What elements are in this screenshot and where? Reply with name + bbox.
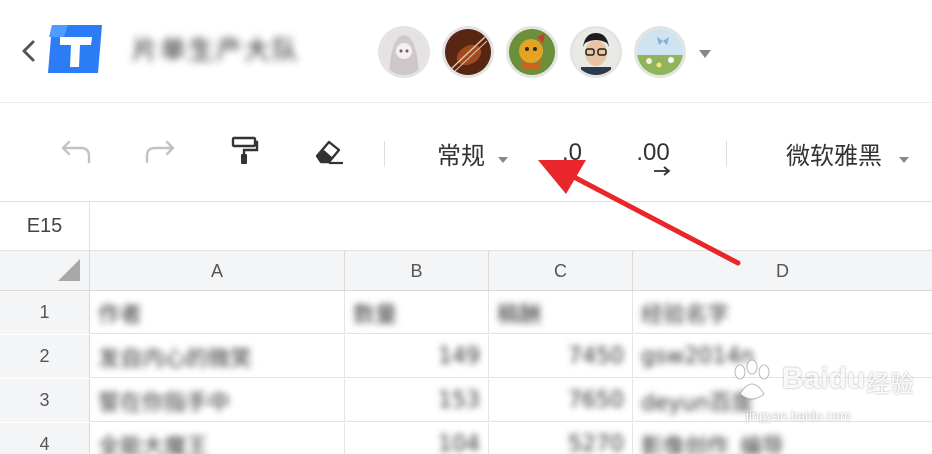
redo-button[interactable] [140,135,180,171]
table-cell[interactable]: 153 [345,379,489,422]
cell-text: 104 [438,432,480,454]
column-header-a[interactable]: A [90,251,345,291]
table-row: 2 发自内心的微笑 149 7450 gsw2014n [0,335,932,378]
table-cell[interactable]: 稿酬 [489,291,633,334]
toolbar-divider [726,141,727,167]
column-header-b[interactable]: B [345,251,489,291]
table-cell[interactable]: 经验名字 [633,291,932,334]
formula-bar: E15 [0,201,932,251]
table-cell[interactable]: 发自内心的微笑 [90,335,345,378]
table-cell[interactable]: 全能大魔王 [90,423,345,454]
increase-decimal-button[interactable]: .00 [630,135,676,176]
collaborator-avatar-3[interactable] [506,26,558,78]
row-header[interactable]: 3 [0,379,90,422]
collaborator-avatar-4[interactable] [570,26,622,78]
table-cell[interactable]: gsw2014n [633,335,932,378]
cell-text: 影像创作_编导 [641,434,785,454]
formula-input[interactable] [91,202,932,250]
cell-text: 数量 [353,302,398,328]
table-cell[interactable]: 誓在你指手中 [90,379,345,422]
number-format-label: 常规 [437,141,485,170]
row-header[interactable]: 4 [0,423,90,454]
table-cell[interactable]: 7650 [489,379,633,422]
table-row: 3 誓在你指手中 153 7650 deyun百度 [0,379,932,422]
table-cell[interactable]: 149 [345,335,489,378]
column-header-c[interactable]: C [489,251,633,291]
decrease-decimal-button[interactable]: .0 [554,135,590,176]
cell-text: 153 [438,388,480,413]
eraser-icon [311,136,345,170]
collaborator-avatars [378,26,686,78]
spreadsheet-grid: A B C D 1 作者 数量 稿酬 经验名字 2 发自内心的微笑 149 74… [0,251,932,454]
undo-button[interactable] [56,135,96,171]
collaborator-avatar-1[interactable] [378,26,430,78]
document-title[interactable]: 片单生产大队 [132,30,300,67]
cell-reference-box[interactable]: E15 [0,202,90,250]
chevron-down-icon [497,149,509,163]
cell-text: 149 [438,344,480,369]
table-cell[interactable]: 7450 [489,335,633,378]
cell-text: 誓在你指手中 [98,390,231,416]
cell-text: gsw2014n [641,344,755,369]
arrow-left-icon [556,161,576,180]
cell-text: 全能大魔王 [98,434,209,454]
font-family-label: 微软雅黑 [786,141,882,170]
row-header[interactable]: 1 [0,291,90,334]
cell-text: 稿酬 [497,302,542,328]
select-all-corner[interactable] [0,251,90,291]
font-family-dropdown[interactable]: 微软雅黑 [776,135,920,171]
number-format-dropdown[interactable]: 常规 [430,135,516,171]
column-header-d[interactable]: D [633,251,932,291]
format-painter-icon [229,135,259,171]
format-painter-button[interactable] [226,135,262,171]
cell-text: deyun百度 [641,390,754,416]
table-cell[interactable]: 5270 [489,423,633,454]
app-header: 片单生产大队 [0,0,932,102]
chevron-down-icon [898,149,910,163]
clear-format-button[interactable] [308,135,348,171]
back-icon[interactable] [18,36,40,66]
app-logo-icon [46,23,104,75]
toolbar-divider [384,141,385,167]
cell-text: 5270 [568,432,624,454]
toolbar: 常规 .0 .00 微软雅黑 [0,103,932,201]
table-cell[interactable]: 作者 [90,291,345,334]
cell-text: 经验名字 [641,302,730,328]
chevron-down-icon[interactable] [697,44,713,58]
arrow-right-icon [652,161,672,180]
cell-text: 7650 [568,388,624,413]
cell-text: 发自内心的微笑 [98,346,253,372]
collaborator-avatar-2[interactable] [442,26,494,78]
column-header-row: A B C D [0,251,932,291]
cell-text: 作者 [98,302,143,328]
redo-icon [143,136,177,170]
table-cell[interactable]: 数量 [345,291,489,334]
table-cell[interactable]: 104 [345,423,489,454]
table-cell[interactable]: 影像创作_编导 [633,423,932,454]
undo-icon [59,136,93,170]
collaborator-avatar-5[interactable] [634,26,686,78]
table-row: 1 作者 数量 稿酬 经验名字 [0,291,932,334]
table-cell[interactable]: deyun百度 [633,379,932,422]
cell-text: 7450 [568,344,624,369]
table-row: 4 全能大魔王 104 5270 影像创作_编导 [0,423,932,454]
row-header[interactable]: 2 [0,335,90,378]
